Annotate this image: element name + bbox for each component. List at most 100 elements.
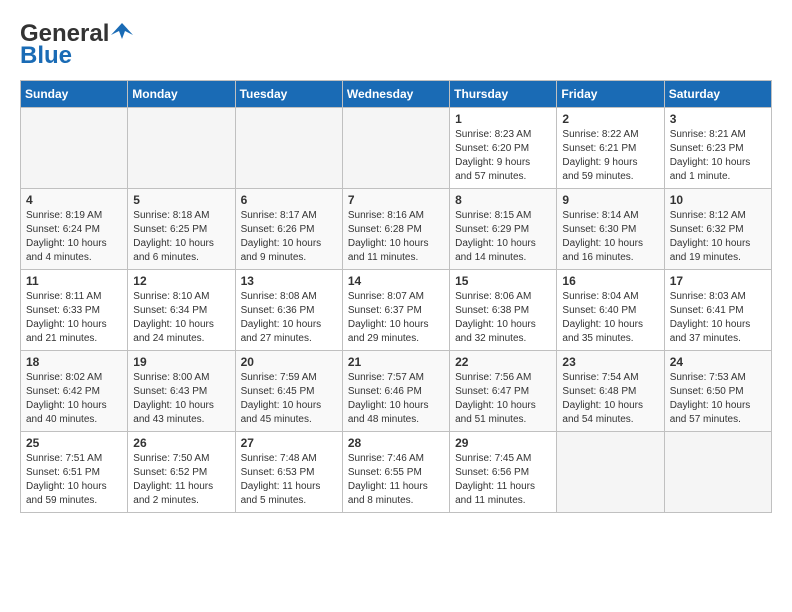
calendar-cell: 23 Sunrise: 7:54 AM Sunset: 6:48 PM Dayli… xyxy=(557,351,664,432)
weekday-header-friday: Friday xyxy=(557,81,664,108)
day-number: 14 xyxy=(348,274,444,288)
day-number: 27 xyxy=(241,436,337,450)
day-info: Sunrise: 8:10 AM Sunset: 6:34 PM Dayligh… xyxy=(133,290,229,346)
day-number: 1 xyxy=(455,112,551,126)
day-number: 12 xyxy=(133,274,229,288)
day-info: Sunrise: 8:03 AM Sunset: 6:41 PM Dayligh… xyxy=(670,290,766,346)
calendar-cell: 8 Sunrise: 8:15 AM Sunset: 6:29 PM Daylig… xyxy=(450,189,557,270)
calendar-cell: 21 Sunrise: 7:57 AM Sunset: 6:46 PM Dayli… xyxy=(342,351,449,432)
calendar-cell: 5 Sunrise: 8:18 AM Sunset: 6:25 PM Daylig… xyxy=(128,189,235,270)
day-info: Sunrise: 8:02 AM Sunset: 6:42 PM Dayligh… xyxy=(26,371,122,427)
calendar-cell: 3Sunrise: 8:21 AM Sunset: 6:23 PM Daylig… xyxy=(664,108,771,189)
day-info: Sunrise: 8:04 AM Sunset: 6:40 PM Dayligh… xyxy=(562,290,658,346)
calendar-cell: 19 Sunrise: 8:00 AM Sunset: 6:43 PM Dayli… xyxy=(128,351,235,432)
day-number: 2 xyxy=(562,112,658,126)
day-number: 21 xyxy=(348,355,444,369)
calendar-cell xyxy=(342,108,449,189)
calendar-cell: 9 Sunrise: 8:14 AM Sunset: 6:30 PM Daylig… xyxy=(557,189,664,270)
calendar-cell: 7 Sunrise: 8:16 AM Sunset: 6:28 PM Daylig… xyxy=(342,189,449,270)
calendar-cell: 13 Sunrise: 8:08 AM Sunset: 6:36 PM Dayli… xyxy=(235,270,342,351)
weekday-header-sunday: Sunday xyxy=(21,81,128,108)
calendar-cell: 28Sunrise: 7:46 AM Sunset: 6:55 PM Dayli… xyxy=(342,432,449,513)
day-number: 11 xyxy=(26,274,122,288)
calendar-cell: 27 Sunrise: 7:48 AM Sunset: 6:53 PM Dayli… xyxy=(235,432,342,513)
calendar-cell: 10 Sunrise: 8:12 AM Sunset: 6:32 PM Dayli… xyxy=(664,189,771,270)
calendar-cell: 12 Sunrise: 8:10 AM Sunset: 6:34 PM Dayli… xyxy=(128,270,235,351)
day-info: Sunrise: 8:17 AM Sunset: 6:26 PM Dayligh… xyxy=(241,209,337,265)
weekday-header-thursday: Thursday xyxy=(450,81,557,108)
logo-blue: Blue xyxy=(20,42,72,70)
calendar-cell: 29 Sunrise: 7:45 AM Sunset: 6:56 PM Dayli… xyxy=(450,432,557,513)
day-number: 6 xyxy=(241,193,337,207)
weekday-header-row: SundayMondayTuesdayWednesdayThursdayFrid… xyxy=(21,81,772,108)
calendar-cell xyxy=(557,432,664,513)
day-number: 24 xyxy=(670,355,766,369)
calendar-cell: 2 Sunrise: 8:22 AM Sunset: 6:21 PM Daylig… xyxy=(557,108,664,189)
day-number: 28 xyxy=(348,436,444,450)
day-info: Sunrise: 8:06 AM Sunset: 6:38 PM Dayligh… xyxy=(455,290,551,346)
day-number: 15 xyxy=(455,274,551,288)
calendar-cell xyxy=(235,108,342,189)
calendar-week-4: 18 Sunrise: 8:02 AM Sunset: 6:42 PM Dayli… xyxy=(21,351,772,432)
day-info: Sunrise: 8:11 AM Sunset: 6:33 PM Dayligh… xyxy=(26,290,122,346)
day-info: Sunrise: 8:18 AM Sunset: 6:25 PM Dayligh… xyxy=(133,209,229,265)
calendar-cell: 15 Sunrise: 8:06 AM Sunset: 6:38 PM Dayli… xyxy=(450,270,557,351)
day-number: 18 xyxy=(26,355,122,369)
day-info: Sunrise: 8:16 AM Sunset: 6:28 PM Dayligh… xyxy=(348,209,444,265)
calendar-cell xyxy=(21,108,128,189)
weekday-header-tuesday: Tuesday xyxy=(235,81,342,108)
calendar-cell: 24 Sunrise: 7:53 AM Sunset: 6:50 PM Dayli… xyxy=(664,351,771,432)
logo: General Blue xyxy=(20,20,133,70)
calendar-cell xyxy=(664,432,771,513)
calendar-week-3: 11 Sunrise: 8:11 AM Sunset: 6:33 PM Dayli… xyxy=(21,270,772,351)
page-header: General Blue xyxy=(20,20,772,70)
calendar-cell: 20Sunrise: 7:59 AM Sunset: 6:45 PM Dayli… xyxy=(235,351,342,432)
calendar-week-2: 4Sunrise: 8:19 AM Sunset: 6:24 PM Daylig… xyxy=(21,189,772,270)
day-info: Sunrise: 8:12 AM Sunset: 6:32 PM Dayligh… xyxy=(670,209,766,265)
calendar-cell: 11 Sunrise: 8:11 AM Sunset: 6:33 PM Dayli… xyxy=(21,270,128,351)
day-info: Sunrise: 8:08 AM Sunset: 6:36 PM Dayligh… xyxy=(241,290,337,346)
day-info: Sunrise: 8:15 AM Sunset: 6:29 PM Dayligh… xyxy=(455,209,551,265)
calendar-cell: 14 Sunrise: 8:07 AM Sunset: 6:37 PM Dayli… xyxy=(342,270,449,351)
day-info: Sunrise: 7:45 AM Sunset: 6:56 PM Dayligh… xyxy=(455,452,551,508)
calendar-cell: 22 Sunrise: 7:56 AM Sunset: 6:47 PM Dayli… xyxy=(450,351,557,432)
day-number: 16 xyxy=(562,274,658,288)
calendar-cell: 16 Sunrise: 8:04 AM Sunset: 6:40 PM Dayli… xyxy=(557,270,664,351)
calendar-cell xyxy=(128,108,235,189)
day-info: Sunrise: 7:50 AM Sunset: 6:52 PM Dayligh… xyxy=(133,452,229,508)
day-number: 8 xyxy=(455,193,551,207)
day-number: 22 xyxy=(455,355,551,369)
day-number: 19 xyxy=(133,355,229,369)
day-info: Sunrise: 8:07 AM Sunset: 6:37 PM Dayligh… xyxy=(348,290,444,346)
day-number: 10 xyxy=(670,193,766,207)
day-number: 7 xyxy=(348,193,444,207)
day-info: Sunrise: 8:14 AM Sunset: 6:30 PM Dayligh… xyxy=(562,209,658,265)
calendar-cell: 4Sunrise: 8:19 AM Sunset: 6:24 PM Daylig… xyxy=(21,189,128,270)
day-number: 29 xyxy=(455,436,551,450)
calendar-cell: 25Sunrise: 7:51 AM Sunset: 6:51 PM Dayli… xyxy=(21,432,128,513)
calendar-week-1: 1 Sunrise: 8:23 AM Sunset: 6:20 PM Daylig… xyxy=(21,108,772,189)
day-info: Sunrise: 7:54 AM Sunset: 6:48 PM Dayligh… xyxy=(562,371,658,427)
calendar-table: SundayMondayTuesdayWednesdayThursdayFrid… xyxy=(20,80,772,513)
day-info: Sunrise: 7:48 AM Sunset: 6:53 PM Dayligh… xyxy=(241,452,337,508)
calendar-cell: 17 Sunrise: 8:03 AM Sunset: 6:41 PM Dayli… xyxy=(664,270,771,351)
day-number: 4 xyxy=(26,193,122,207)
day-number: 26 xyxy=(133,436,229,450)
logo-bird-icon xyxy=(111,21,133,43)
calendar-week-5: 25Sunrise: 7:51 AM Sunset: 6:51 PM Dayli… xyxy=(21,432,772,513)
day-info: Sunrise: 8:00 AM Sunset: 6:43 PM Dayligh… xyxy=(133,371,229,427)
weekday-header-monday: Monday xyxy=(128,81,235,108)
weekday-header-saturday: Saturday xyxy=(664,81,771,108)
day-number: 5 xyxy=(133,193,229,207)
day-info: Sunrise: 7:56 AM Sunset: 6:47 PM Dayligh… xyxy=(455,371,551,427)
day-number: 9 xyxy=(562,193,658,207)
day-number: 20 xyxy=(241,355,337,369)
day-info: Sunrise: 8:22 AM Sunset: 6:21 PM Dayligh… xyxy=(562,128,658,184)
calendar-cell: 1 Sunrise: 8:23 AM Sunset: 6:20 PM Daylig… xyxy=(450,108,557,189)
day-info: Sunrise: 7:57 AM Sunset: 6:46 PM Dayligh… xyxy=(348,371,444,427)
day-number: 17 xyxy=(670,274,766,288)
day-info: Sunrise: 7:53 AM Sunset: 6:50 PM Dayligh… xyxy=(670,371,766,427)
day-number: 23 xyxy=(562,355,658,369)
day-info: Sunrise: 8:23 AM Sunset: 6:20 PM Dayligh… xyxy=(455,128,551,184)
day-number: 13 xyxy=(241,274,337,288)
